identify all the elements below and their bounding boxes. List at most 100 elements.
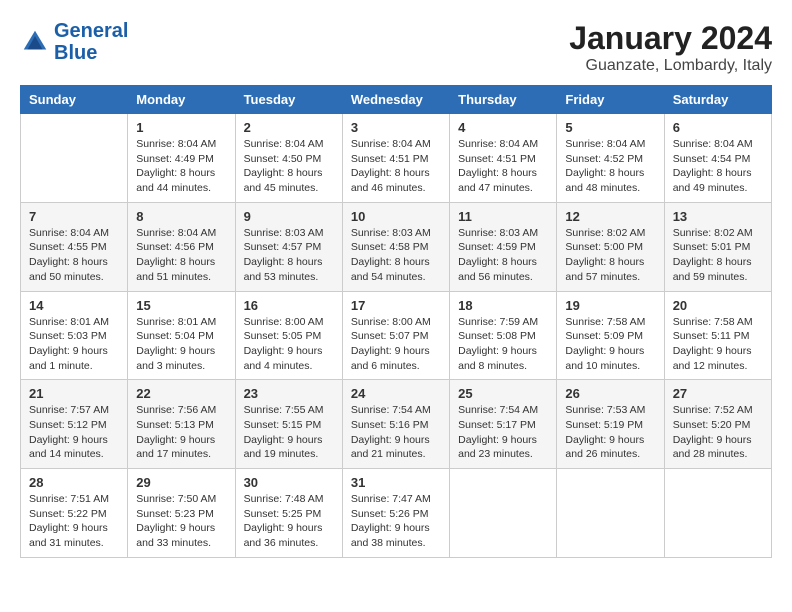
day-number: 24 [351, 386, 441, 401]
calendar-header: SundayMondayTuesdayWednesdayThursdayFrid… [21, 86, 772, 114]
day-info: Sunrise: 7:52 AM Sunset: 5:20 PM Dayligh… [673, 403, 763, 462]
day-number: 25 [458, 386, 548, 401]
header-cell-wednesday: Wednesday [342, 86, 449, 114]
day-info: Sunrise: 7:56 AM Sunset: 5:13 PM Dayligh… [136, 403, 226, 462]
day-number: 11 [458, 209, 548, 224]
day-number: 10 [351, 209, 441, 224]
day-number: 17 [351, 298, 441, 313]
logo-line2: Blue [54, 42, 97, 64]
day-number: 1 [136, 120, 226, 135]
day-number: 13 [673, 209, 763, 224]
header-cell-tuesday: Tuesday [235, 86, 342, 114]
calendar-cell: 23 Sunrise: 7:55 AM Sunset: 5:15 PM Dayli… [235, 380, 342, 469]
day-number: 23 [244, 386, 334, 401]
day-number: 8 [136, 209, 226, 224]
day-info: Sunrise: 8:02 AM Sunset: 5:01 PM Dayligh… [673, 226, 763, 285]
day-info: Sunrise: 8:00 AM Sunset: 5:07 PM Dayligh… [351, 315, 441, 374]
day-info: Sunrise: 7:47 AM Sunset: 5:26 PM Dayligh… [351, 492, 441, 551]
day-info: Sunrise: 8:04 AM Sunset: 4:49 PM Dayligh… [136, 137, 226, 196]
day-number: 16 [244, 298, 334, 313]
header-cell-sunday: Sunday [21, 86, 128, 114]
day-info: Sunrise: 8:01 AM Sunset: 5:03 PM Dayligh… [29, 315, 119, 374]
day-info: Sunrise: 7:51 AM Sunset: 5:22 PM Dayligh… [29, 492, 119, 551]
day-number: 9 [244, 209, 334, 224]
day-number: 22 [136, 386, 226, 401]
day-number: 6 [673, 120, 763, 135]
day-number: 19 [565, 298, 655, 313]
logo: General Blue [20, 20, 128, 64]
day-info: Sunrise: 8:04 AM Sunset: 4:52 PM Dayligh… [565, 137, 655, 196]
calendar-cell: 4 Sunrise: 8:04 AM Sunset: 4:51 PM Daylig… [450, 114, 557, 203]
day-info: Sunrise: 8:00 AM Sunset: 5:05 PM Dayligh… [244, 315, 334, 374]
day-info: Sunrise: 8:01 AM Sunset: 5:04 PM Dayligh… [136, 315, 226, 374]
day-info: Sunrise: 7:59 AM Sunset: 5:08 PM Dayligh… [458, 315, 548, 374]
calendar-cell [557, 469, 664, 558]
day-info: Sunrise: 7:53 AM Sunset: 5:19 PM Dayligh… [565, 403, 655, 462]
day-info: Sunrise: 8:04 AM Sunset: 4:51 PM Dayligh… [458, 137, 548, 196]
logo-line1: General [54, 20, 128, 42]
day-info: Sunrise: 8:04 AM Sunset: 4:54 PM Dayligh… [673, 137, 763, 196]
day-number: 20 [673, 298, 763, 313]
day-info: Sunrise: 7:55 AM Sunset: 5:15 PM Dayligh… [244, 403, 334, 462]
calendar-cell: 10Sunrise: 8:03 AM Sunset: 4:58 PM Dayli… [342, 202, 449, 291]
day-number: 28 [29, 475, 119, 490]
calendar-cell: 13 Sunrise: 8:02 AM Sunset: 5:01 PM Dayli… [664, 202, 771, 291]
calendar-cell: 30 Sunrise: 7:48 AM Sunset: 5:25 PM Dayli… [235, 469, 342, 558]
day-number: 26 [565, 386, 655, 401]
day-number: 7 [29, 209, 119, 224]
day-info: Sunrise: 7:54 AM Sunset: 5:17 PM Dayligh… [458, 403, 548, 462]
calendar-cell: 20 Sunrise: 7:58 AM Sunset: 5:11 PM Dayli… [664, 291, 771, 380]
calendar-cell: 2 Sunrise: 8:04 AM Sunset: 4:50 PM Daylig… [235, 114, 342, 203]
calendar-cell: 28 Sunrise: 7:51 AM Sunset: 5:22 PM Dayli… [21, 469, 128, 558]
header-cell-friday: Friday [557, 86, 664, 114]
page-header: General Blue January 2024 Guanzate, Lomb… [20, 20, 772, 75]
day-info: Sunrise: 8:04 AM Sunset: 4:55 PM Dayligh… [29, 226, 119, 285]
page-title: January 2024 [569, 20, 772, 57]
calendar-cell [450, 469, 557, 558]
calendar-cell: 29Sunrise: 7:50 AM Sunset: 5:23 PM Dayli… [128, 469, 235, 558]
day-number: 5 [565, 120, 655, 135]
calendar-cell: 26 Sunrise: 7:53 AM Sunset: 5:19 PM Dayli… [557, 380, 664, 469]
day-number: 15 [136, 298, 226, 313]
calendar-cell: 3 Sunrise: 8:04 AM Sunset: 4:51 PM Daylig… [342, 114, 449, 203]
calendar-cell: 12Sunrise: 8:02 AM Sunset: 5:00 PM Dayli… [557, 202, 664, 291]
day-info: Sunrise: 7:58 AM Sunset: 5:09 PM Dayligh… [565, 315, 655, 374]
day-number: 4 [458, 120, 548, 135]
day-number: 30 [244, 475, 334, 490]
day-info: Sunrise: 7:57 AM Sunset: 5:12 PM Dayligh… [29, 403, 119, 462]
day-info: Sunrise: 8:04 AM Sunset: 4:50 PM Dayligh… [244, 137, 334, 196]
day-number: 29 [136, 475, 226, 490]
calendar-cell: 25 Sunrise: 7:54 AM Sunset: 5:17 PM Dayli… [450, 380, 557, 469]
calendar-cell: 31Sunrise: 7:47 AM Sunset: 5:26 PM Dayli… [342, 469, 449, 558]
day-number: 3 [351, 120, 441, 135]
day-info: Sunrise: 8:04 AM Sunset: 4:56 PM Dayligh… [136, 226, 226, 285]
calendar-cell: 8 Sunrise: 8:04 AM Sunset: 4:56 PM Daylig… [128, 202, 235, 291]
header-cell-thursday: Thursday [450, 86, 557, 114]
week-row-0: 1 Sunrise: 8:04 AM Sunset: 4:49 PM Daylig… [21, 114, 772, 203]
calendar-cell: 14 Sunrise: 8:01 AM Sunset: 5:03 PM Dayli… [21, 291, 128, 380]
header-cell-monday: Monday [128, 86, 235, 114]
day-info: Sunrise: 7:48 AM Sunset: 5:25 PM Dayligh… [244, 492, 334, 551]
day-info: Sunrise: 8:04 AM Sunset: 4:51 PM Dayligh… [351, 137, 441, 196]
calendar-table: SundayMondayTuesdayWednesdayThursdayFrid… [20, 85, 772, 558]
week-row-4: 28 Sunrise: 7:51 AM Sunset: 5:22 PM Dayli… [21, 469, 772, 558]
day-number: 14 [29, 298, 119, 313]
day-info: Sunrise: 7:58 AM Sunset: 5:11 PM Dayligh… [673, 315, 763, 374]
calendar-cell: 6 Sunrise: 8:04 AM Sunset: 4:54 PM Daylig… [664, 114, 771, 203]
day-number: 18 [458, 298, 548, 313]
title-block: January 2024 Guanzate, Lombardy, Italy [569, 20, 772, 75]
day-info: Sunrise: 8:03 AM Sunset: 4:59 PM Dayligh… [458, 226, 548, 285]
calendar-cell: 18 Sunrise: 7:59 AM Sunset: 5:08 PM Dayli… [450, 291, 557, 380]
day-number: 21 [29, 386, 119, 401]
calendar-cell: 27Sunrise: 7:52 AM Sunset: 5:20 PM Dayli… [664, 380, 771, 469]
day-number: 12 [565, 209, 655, 224]
calendar-cell: 9Sunrise: 8:03 AM Sunset: 4:57 PM Daylig… [235, 202, 342, 291]
calendar-body: 1 Sunrise: 8:04 AM Sunset: 4:49 PM Daylig… [21, 114, 772, 558]
week-row-3: 21 Sunrise: 7:57 AM Sunset: 5:12 PM Dayli… [21, 380, 772, 469]
calendar-cell [21, 114, 128, 203]
day-number: 2 [244, 120, 334, 135]
calendar-cell: 19 Sunrise: 7:58 AM Sunset: 5:09 PM Dayli… [557, 291, 664, 380]
week-row-2: 14 Sunrise: 8:01 AM Sunset: 5:03 PM Dayli… [21, 291, 772, 380]
header-cell-saturday: Saturday [664, 86, 771, 114]
page-subtitle: Guanzate, Lombardy, Italy [569, 57, 772, 75]
